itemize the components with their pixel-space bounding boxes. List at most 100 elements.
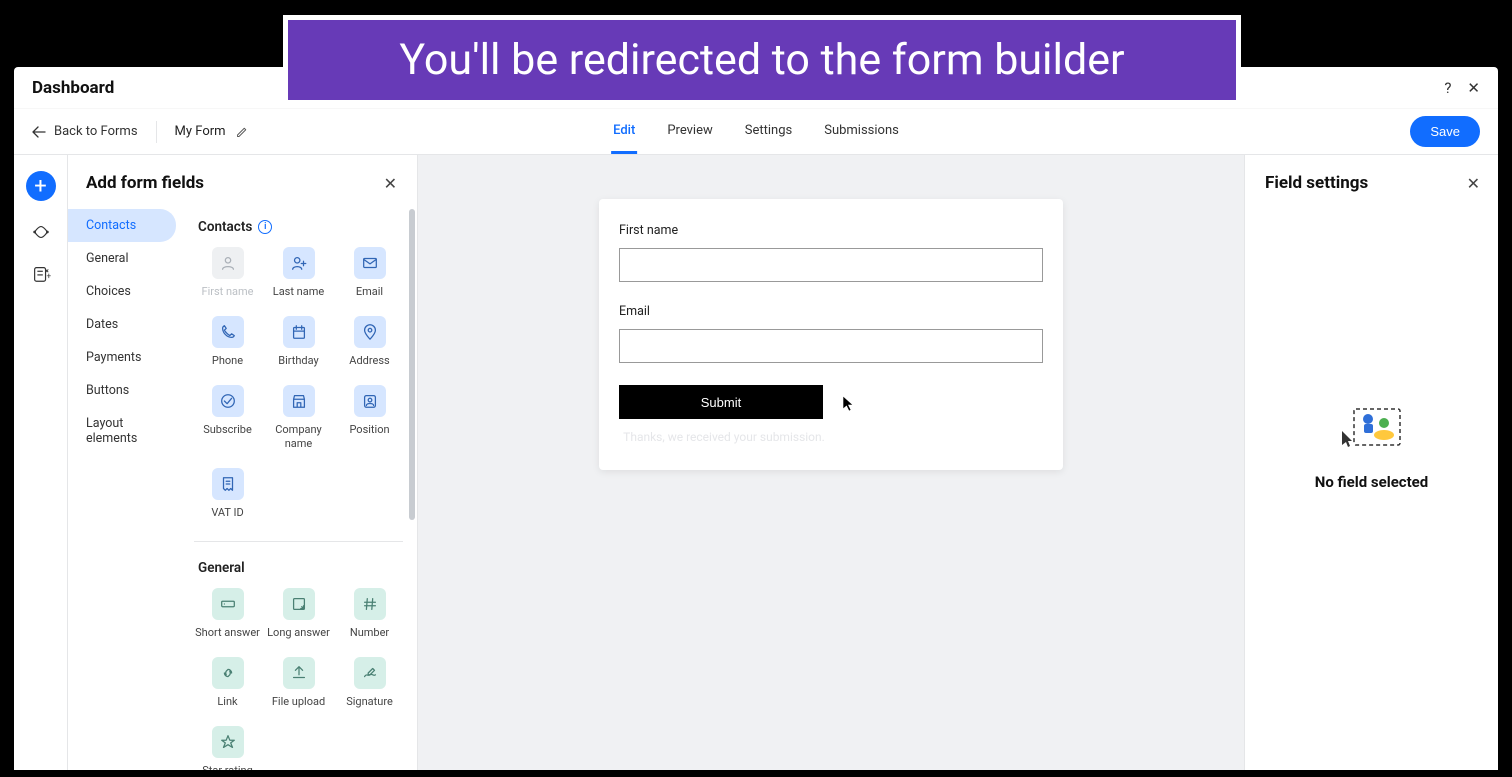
help-icon[interactable]: ? bbox=[1444, 79, 1451, 97]
field-tile-company-name[interactable]: Company name bbox=[265, 385, 332, 449]
field-label-firstname: First name bbox=[619, 223, 1043, 238]
divider bbox=[156, 121, 157, 143]
category-general[interactable]: General bbox=[68, 242, 176, 275]
star-icon bbox=[212, 726, 244, 758]
instruction-overlay: You'll be redirected to the form builder bbox=[283, 15, 1241, 105]
category-buttons[interactable]: Buttons bbox=[68, 374, 176, 407]
field-tile-subscribe[interactable]: Subscribe bbox=[194, 385, 261, 449]
field-tile-file-upload[interactable]: File upload bbox=[265, 657, 332, 708]
field-tile-label: Email bbox=[356, 285, 383, 298]
info-icon[interactable]: i bbox=[258, 220, 272, 234]
field-tile-last-name[interactable]: Last name bbox=[265, 247, 332, 298]
field-settings-empty: No field selected bbox=[1245, 205, 1498, 770]
field-tile-label: Star rating bbox=[202, 764, 253, 770]
tab-submissions[interactable]: Submissions bbox=[822, 109, 901, 154]
pin-icon bbox=[354, 316, 386, 348]
svg-text:+: + bbox=[46, 271, 51, 281]
user-add-icon bbox=[283, 247, 315, 279]
form-name: My Form bbox=[175, 124, 248, 139]
header-sub: Back to Forms My Form Edit Preview Setting… bbox=[14, 109, 1498, 155]
field-tile-label: Last name bbox=[273, 285, 324, 298]
save-button[interactable]: Save bbox=[1410, 116, 1480, 147]
textarea-icon bbox=[283, 588, 315, 620]
tab-settings[interactable]: Settings bbox=[743, 109, 794, 154]
field-tile-number[interactable]: Number bbox=[336, 588, 403, 639]
phone-icon bbox=[212, 316, 244, 348]
arrow-left-icon bbox=[32, 126, 46, 138]
store-icon bbox=[283, 385, 315, 417]
field-tile-short-answer[interactable]: Short answer bbox=[194, 588, 261, 639]
field-input-firstname[interactable] bbox=[619, 248, 1043, 282]
field-tile-birthday[interactable]: Birthday bbox=[265, 316, 332, 367]
field-tile-address[interactable]: Address bbox=[336, 316, 403, 367]
app-window: Dashboard ? ✕ Back to Forms My Form Edit… bbox=[14, 67, 1498, 770]
submit-button[interactable]: Submit bbox=[619, 385, 823, 419]
category-choices[interactable]: Choices bbox=[68, 275, 176, 308]
field-tile-long-answer[interactable]: Long answer bbox=[265, 588, 332, 639]
scrollbar[interactable] bbox=[409, 209, 415, 520]
mail-icon bbox=[354, 247, 386, 279]
field-tile-email[interactable]: Email bbox=[336, 247, 403, 298]
group-title-contacts: Contactsi bbox=[194, 209, 403, 247]
form-name-text: My Form bbox=[175, 124, 226, 139]
field-tile-link[interactable]: Link bbox=[194, 657, 261, 708]
add-fields-panel: Add form fields ✕ ContactsGeneralChoices… bbox=[68, 155, 418, 770]
category-dates[interactable]: Dates bbox=[68, 308, 176, 341]
add-fields-header: Add form fields ✕ bbox=[68, 155, 417, 205]
field-tile-label: Short answer bbox=[195, 626, 260, 639]
field-tile-position[interactable]: Position bbox=[336, 385, 403, 449]
empty-state-text: No field selected bbox=[1315, 473, 1428, 491]
conditions-icon[interactable] bbox=[30, 221, 52, 243]
field-tile-label: File upload bbox=[272, 695, 325, 708]
cursor-icon bbox=[842, 395, 854, 413]
field-settings-header: Field settings ✕ bbox=[1245, 155, 1498, 205]
left-rail: + + bbox=[14, 155, 68, 770]
field-settings-title: Field settings bbox=[1265, 173, 1368, 193]
pencil-icon[interactable] bbox=[236, 126, 248, 138]
close-icon[interactable]: ✕ bbox=[1467, 79, 1480, 97]
form-layout-icon[interactable]: + bbox=[30, 263, 52, 285]
field-tile-label: Long answer bbox=[267, 626, 330, 639]
add-fields-body: ContactsGeneralChoicesDatesPaymentsButto… bbox=[68, 205, 417, 770]
body: + + Add form fields ✕ ContactsGeneralCho… bbox=[14, 155, 1498, 770]
category-layout-elements[interactable]: Layout elements bbox=[68, 407, 176, 455]
field-tile-label: Address bbox=[349, 354, 389, 367]
form-canvas[interactable]: First name Email Submit Thanks, we recei… bbox=[418, 155, 1244, 770]
category-payments[interactable]: Payments bbox=[68, 341, 176, 374]
field-input-email[interactable] bbox=[619, 329, 1043, 363]
field-tiles-column[interactable]: Contactsi First name Last name Email Phone Bi… bbox=[182, 205, 417, 770]
field-label-email: Email bbox=[619, 304, 1043, 319]
receipt-icon bbox=[212, 468, 244, 500]
signature-icon bbox=[354, 657, 386, 689]
field-tile-label: Signature bbox=[346, 695, 393, 708]
user-icon bbox=[212, 247, 244, 279]
field-tile-label: Number bbox=[350, 626, 389, 639]
close-panel-icon[interactable]: ✕ bbox=[384, 174, 397, 193]
close-settings-icon[interactable]: ✕ bbox=[1467, 174, 1480, 193]
add-fields-title: Add form fields bbox=[86, 173, 204, 193]
calendar-icon bbox=[283, 316, 315, 348]
empty-state-icon bbox=[1340, 405, 1404, 449]
category-contacts[interactable]: Contacts bbox=[68, 209, 176, 242]
header-top-right: ? ✕ bbox=[1444, 79, 1480, 97]
tab-preview[interactable]: Preview bbox=[665, 109, 714, 154]
field-tile-label: Phone bbox=[212, 354, 243, 367]
field-categories: ContactsGeneralChoicesDatesPaymentsButto… bbox=[68, 205, 182, 770]
add-button[interactable]: + bbox=[26, 171, 56, 201]
back-to-forms-label: Back to Forms bbox=[54, 124, 138, 139]
field-tile-star-rating[interactable]: Star rating bbox=[194, 726, 261, 770]
field-tile-vat-id[interactable]: VAT ID bbox=[194, 468, 261, 519]
field-tile-signature[interactable]: Signature bbox=[336, 657, 403, 708]
check-circle-icon bbox=[212, 385, 244, 417]
field-tile-label: Link bbox=[217, 695, 237, 708]
page-title: Dashboard bbox=[32, 78, 114, 98]
back-to-forms-link[interactable]: Back to Forms bbox=[32, 124, 138, 139]
user-box-icon bbox=[354, 385, 386, 417]
tab-edit[interactable]: Edit bbox=[611, 109, 637, 154]
field-tile-phone[interactable]: Phone bbox=[194, 316, 261, 367]
thanks-message: Thanks, we received your submission. bbox=[619, 429, 829, 446]
editor-tabs: Edit Preview Settings Submissions bbox=[611, 109, 901, 154]
field-settings-panel: Field settings ✕ No field selected bbox=[1244, 155, 1498, 770]
field-tile-label: Subscribe bbox=[203, 423, 252, 436]
field-tile-label: First name bbox=[201, 285, 253, 298]
